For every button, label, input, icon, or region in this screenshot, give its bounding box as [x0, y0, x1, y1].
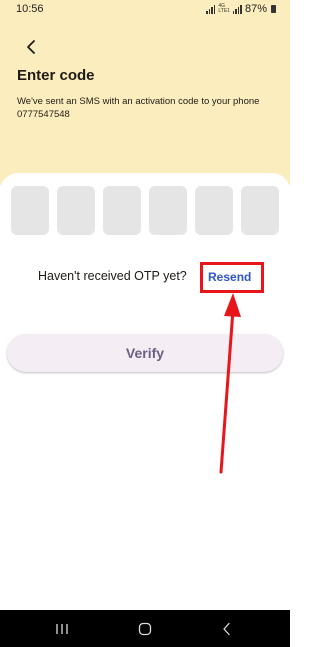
- otp-digit-3[interactable]: [103, 186, 141, 235]
- status-indicators: 4G LTE1 87%: [206, 3, 276, 15]
- signal-icon: [206, 4, 216, 14]
- resend-link[interactable]: Resend: [208, 270, 251, 284]
- nav-back-icon: [223, 622, 230, 635]
- signal-icon-2: [232, 4, 242, 14]
- battery-percent: 87%: [244, 3, 267, 15]
- status-bar: 10:56 4G LTE1 87%: [0, 0, 290, 18]
- bottom-sheet: Haven't received OTP yet? Resend Verify: [0, 173, 290, 610]
- battery-icon: [271, 5, 276, 13]
- navigation-bar: [0, 610, 290, 647]
- verify-button[interactable]: Verify: [7, 334, 283, 372]
- page-title: Enter code: [17, 67, 95, 84]
- nav-home-button[interactable]: [125, 610, 165, 647]
- otp-digit-2[interactable]: [57, 186, 95, 235]
- resend-prompt: Haven't received OTP yet?: [38, 269, 187, 283]
- status-time: 10:56: [16, 3, 44, 15]
- otp-screen: 10:56 4G LTE1 87% Enter code We've sent …: [0, 0, 290, 647]
- network-sub-label: LTE1: [218, 8, 230, 14]
- verify-label: Verify: [125, 345, 165, 361]
- header-background: [0, 0, 290, 185]
- recents-icon: [56, 623, 68, 634]
- otp-digit-6[interactable]: [241, 186, 279, 235]
- otp-digit-5[interactable]: [195, 186, 233, 235]
- otp-input-row: [11, 186, 291, 235]
- home-icon: [138, 622, 152, 635]
- otp-digit-1[interactable]: [11, 186, 49, 235]
- back-button[interactable]: [20, 36, 42, 58]
- nav-recents-button[interactable]: [42, 610, 82, 647]
- otp-digit-4[interactable]: [149, 186, 187, 235]
- page-subtitle: We've sent an SMS with an activation cod…: [17, 96, 260, 120]
- chevron-left-icon: [27, 40, 35, 54]
- network-type: 4G LTE1: [218, 4, 230, 14]
- nav-back-button[interactable]: [207, 610, 247, 647]
